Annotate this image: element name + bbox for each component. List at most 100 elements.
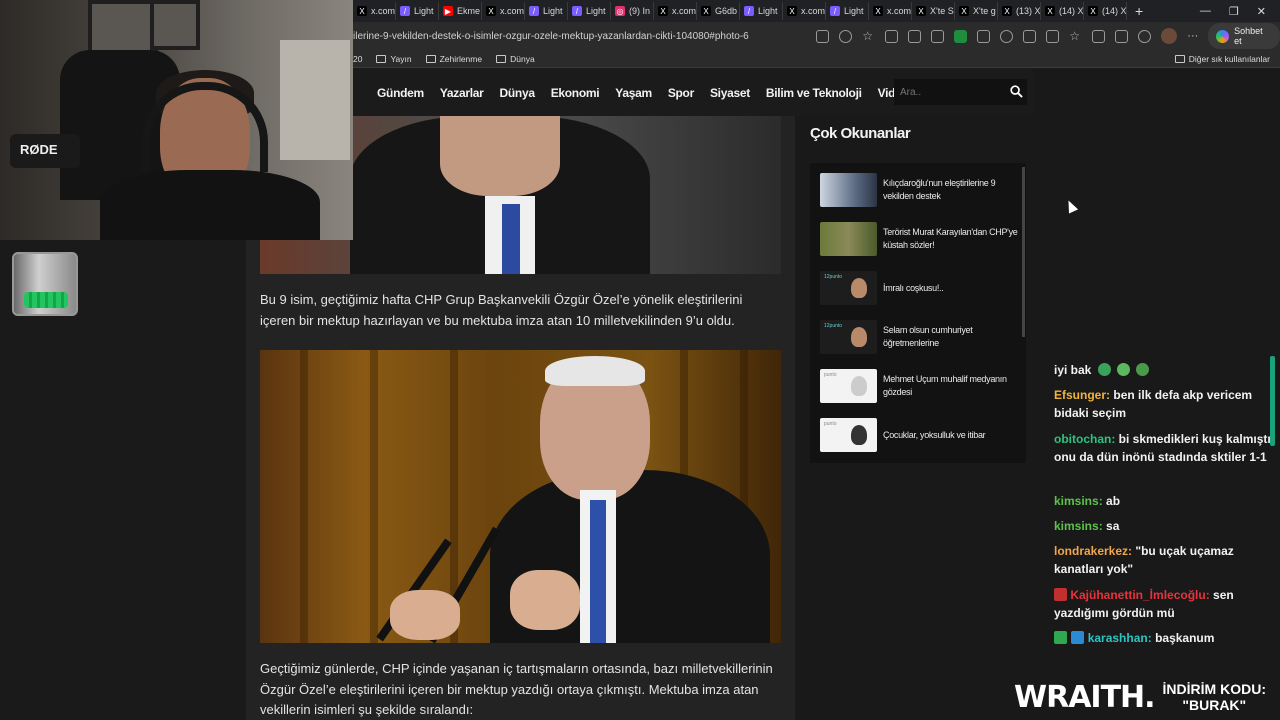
x-icon: X (873, 6, 883, 16)
extension-icon[interactable] (954, 29, 968, 43)
x-icon: X (701, 6, 711, 16)
article-paragraph: Bu 9 isim, geçtiğimiz hafta CHP Grup Baş… (260, 292, 743, 328)
tab-label: Light (543, 6, 563, 16)
curtain-fold (370, 350, 378, 643)
discount-code: İNDİRİM KODU: "BURAK" (1163, 681, 1266, 713)
feather-icon: / (400, 6, 410, 16)
photo-subject-hand (510, 570, 580, 630)
new-tab-button[interactable]: + (1127, 3, 1151, 19)
photo-subject-hand (390, 590, 460, 640)
url-field[interactable]: ilerine-9-vekilden-destek-o-isimler-ozgu… (353, 31, 806, 42)
search-icon[interactable] (1010, 85, 1023, 98)
refresh-extension-icon[interactable] (1000, 29, 1014, 43)
browser-tab[interactable]: / Light (396, 2, 439, 20)
more-icon[interactable]: ··· (1187, 30, 1198, 42)
minimize-icon[interactable]: — (1200, 5, 1211, 18)
most-read-title: Çocuklar, yoksulluk ve itibar (883, 429, 986, 440)
browser-tab[interactable]: X (14) X (1041, 2, 1084, 20)
chat-text: iyi bak (1054, 363, 1092, 377)
most-read-item[interactable]: Kılıçdaroğlu'nun eleştirilerine 9 vekild… (820, 172, 1020, 208)
extension-icon[interactable] (931, 29, 945, 43)
collections-icon[interactable] (1092, 29, 1106, 43)
nav-item-bilim-ve-teknoloji[interactable]: Bilim ve Teknoloji (766, 86, 862, 100)
bookmark-folder[interactable]: Yayın (376, 54, 412, 64)
tab-label: x.com (887, 6, 912, 16)
extension-icon[interactable] (885, 29, 899, 43)
maximize-icon[interactable]: ❐ (1229, 5, 1239, 18)
browser-tab[interactable]: Xx.com (482, 2, 525, 20)
search-input[interactable] (900, 86, 1000, 98)
extension-icon[interactable] (908, 29, 922, 43)
article-photo (260, 350, 781, 643)
feather-icon: / (744, 6, 754, 16)
feather-icon: / (830, 6, 840, 16)
extension-icon[interactable] (977, 29, 991, 43)
settings-icon[interactable] (1138, 29, 1152, 43)
bookmark-label: Zehirlenme (439, 53, 483, 64)
star-icon[interactable]: ☆ (862, 29, 875, 43)
bookmark-item[interactable]: 20 (353, 54, 362, 64)
site-search (894, 79, 1027, 105)
tab-label: (9) In (629, 6, 651, 16)
sidebar-scrollbar[interactable] (1022, 167, 1025, 337)
curtain-fold (300, 350, 308, 643)
nav-item-siyaset[interactable]: Siyaset (710, 86, 750, 100)
thumbnail-brand: 12punto (824, 274, 843, 280)
copilot-button[interactable]: Sohbet et (1208, 23, 1280, 49)
bookmark-folder[interactable]: Zehirlenme (425, 53, 483, 64)
reader-icon[interactable] (839, 29, 853, 43)
photo-subject-tie (590, 500, 606, 643)
browser-tab[interactable]: X (13) X (998, 2, 1041, 20)
most-read-item[interactable]: 12punto İmralı coşkusu!.. (820, 270, 1020, 306)
browser-tab[interactable]: X X'te S (912, 2, 955, 20)
author-photo (851, 376, 867, 396)
browser-tab[interactable]: / Light (568, 2, 611, 20)
browser-tab[interactable]: / Light (826, 2, 869, 20)
browser-tab[interactable]: Xx.com (353, 2, 396, 20)
nav-item-spor[interactable]: Spor (668, 86, 694, 100)
webcam-overlay: RØDE (0, 0, 353, 240)
profile-avatar[interactable] (1161, 28, 1178, 44)
x-icon: X (486, 6, 496, 16)
browser-tab[interactable]: Xx.com (654, 2, 697, 20)
nav-item-yazarlar[interactable]: Yazarlar (440, 86, 484, 100)
tab-label: x.com (500, 6, 525, 16)
browser-tab[interactable]: X G6db (697, 2, 740, 20)
nav-item-dunya[interactable]: Dünya (500, 86, 535, 100)
bookmark-folder[interactable]: Dünya (496, 54, 535, 64)
browser-tab[interactable]: X (14) X (1084, 2, 1127, 20)
browser-tab[interactable]: ◎ (9) In (611, 2, 654, 20)
photo-subject-tie (502, 204, 520, 274)
most-read-item[interactable]: Terörist Murat Karayılan'dan CHP'ye küst… (820, 221, 1020, 257)
nav-item-ekonomi[interactable]: Ekonomi (551, 86, 600, 100)
address-bar: ilerine-9-vekilden-destek-o-isimler-ozgu… (353, 22, 1280, 50)
x-icon: X (357, 6, 367, 16)
photo-subject-face (440, 116, 560, 196)
feather-icon: / (572, 6, 582, 16)
browser-tab[interactable]: X X'te g (955, 2, 998, 20)
close-icon[interactable]: ✕ (1257, 5, 1266, 18)
bookmarks-bar: 20 Yayın Zehirlenme Dünya Diğer sık kull… (353, 50, 1280, 68)
most-read-item[interactable]: punto Mehmet Uçum muhalif medyanın gözde… (820, 368, 1020, 404)
nav-item-gundem[interactable]: Gündem (377, 86, 424, 100)
microphone: RØDE (10, 134, 80, 168)
nav-item-yasam[interactable]: Yaşam (615, 86, 652, 100)
extensions-icon[interactable] (1046, 29, 1060, 43)
browser-tab[interactable]: / Light (740, 2, 783, 20)
instagram-icon: ◎ (615, 6, 625, 16)
most-read-item[interactable]: 12punto Selam olsun cumhuriyet öğretmenl… (820, 319, 1020, 355)
browser-tab[interactable]: / Light (525, 2, 568, 20)
browser-tab[interactable]: Xx.com (783, 2, 826, 20)
sidebar-title: Çok Okunanlar (810, 125, 911, 142)
screenshot-icon[interactable] (1115, 29, 1129, 43)
tab-label: x.com (672, 6, 697, 16)
other-bookmarks[interactable]: Diğer sık kullanılanlar (1174, 54, 1270, 64)
author-photo (851, 425, 867, 445)
browser-tab[interactable]: Xx.com (869, 2, 912, 20)
split-screen-icon[interactable] (1023, 29, 1037, 43)
jar-beans (24, 292, 68, 308)
app-icon[interactable] (816, 29, 830, 43)
favorites-icon[interactable]: ☆ (1069, 29, 1082, 43)
most-read-item[interactable]: punto Çocuklar, yoksulluk ve itibar (820, 417, 1020, 453)
browser-tab[interactable]: ▶ Ekme (439, 2, 482, 20)
